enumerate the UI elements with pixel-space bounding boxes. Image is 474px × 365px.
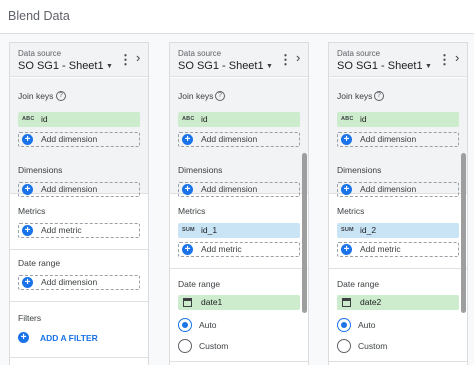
add-date-dimension-button[interactable]: + Add dimension	[18, 275, 140, 290]
data-source-panel-2: Data source SO SG1 - Sheet1 ▼ ⋮ › Join k…	[169, 42, 309, 365]
divider	[329, 268, 467, 269]
add-dimension-button[interactable]: + Add dimension	[178, 182, 300, 197]
add-join-dimension-button[interactable]: + Add dimension	[18, 132, 140, 147]
add-icon: +	[341, 244, 352, 255]
caret-down-icon[interactable]: ▼	[425, 63, 432, 70]
join-key-field: id	[360, 114, 367, 124]
custom-radio[interactable]: Custom	[178, 339, 248, 353]
metric-chip[interactable]: SUM id_1	[178, 223, 300, 238]
add-icon: +	[22, 134, 33, 145]
divider	[10, 301, 148, 302]
data-source-name[interactable]: SO SG1 - Sheet1	[178, 60, 264, 72]
data-source-label: Data source	[337, 49, 381, 58]
calendar-icon	[342, 298, 351, 307]
metric-field: id_2	[360, 225, 377, 235]
join-key-field: id	[41, 114, 48, 124]
metrics-label: Metrics	[178, 206, 206, 216]
caret-down-icon[interactable]: ▼	[106, 63, 113, 70]
divider	[170, 361, 308, 362]
join-keys-label: Join keys	[337, 91, 373, 101]
join-key-chip[interactable]: ABC id	[18, 112, 140, 127]
data-source-label: Data source	[18, 49, 62, 58]
data-source-label: Data source	[178, 49, 222, 58]
add-dimension-button[interactable]: + Add dimension	[18, 182, 140, 197]
add-icon: +	[182, 244, 193, 255]
add-join-dimension-button[interactable]: + Add dimension	[337, 132, 459, 147]
caret-down-icon[interactable]: ▼	[266, 63, 273, 70]
chevron-right-icon[interactable]: ›	[136, 50, 140, 65]
metric-field: id_1	[201, 225, 218, 235]
chevron-right-icon[interactable]: ›	[296, 50, 300, 65]
add-icon: +	[182, 184, 193, 195]
add-filter-button[interactable]: + ADD A FILTER	[18, 331, 118, 345]
more-options-icon[interactable]: ⋮	[438, 51, 451, 69]
scrollbar[interactable]	[302, 153, 307, 313]
text-type-icon: ABC	[341, 116, 354, 122]
join-key-field: id	[201, 114, 208, 124]
data-source-panel-3: Data source SO SG1 - Sheet1 ▼ ⋮ › Join k…	[328, 42, 468, 365]
sum-type-icon: SUM	[341, 227, 354, 233]
add-join-dimension-button[interactable]: + Add dimension	[178, 132, 300, 147]
add-icon: +	[22, 277, 33, 288]
metrics-label: Metrics	[337, 206, 365, 216]
more-options-icon[interactable]: ⋮	[119, 51, 132, 69]
add-icon: +	[341, 134, 352, 145]
calendar-icon	[183, 298, 192, 307]
panel-header: Data source SO SG1 - Sheet1 ▼ ⋮ ›	[329, 43, 467, 77]
dimensions-label: Dimensions	[178, 165, 223, 175]
filters-label: Filters	[18, 313, 42, 323]
join-keys-label: Join keys	[178, 91, 214, 101]
more-options-icon[interactable]: ⋮	[279, 51, 292, 69]
date-field-chip[interactable]: date1	[178, 295, 300, 310]
join-key-chip[interactable]: ABC id	[178, 112, 300, 127]
add-metric-button[interactable]: + Add metric	[178, 242, 300, 257]
text-type-icon: ABC	[182, 116, 195, 122]
add-icon: +	[182, 134, 193, 145]
panel-header: Data source SO SG1 - Sheet1 ▼ ⋮ ›	[10, 43, 148, 77]
dimensions-label: Dimensions	[337, 165, 382, 175]
auto-radio[interactable]: Auto	[337, 318, 397, 332]
dimensions-label: Dimensions	[18, 165, 63, 175]
metrics-label: Metrics	[18, 206, 46, 216]
divider	[329, 361, 467, 362]
help-icon[interactable]: ?	[215, 91, 225, 101]
date-range-label: Date range	[18, 258, 61, 268]
add-dimension-button[interactable]: + Add dimension	[337, 182, 459, 197]
join-key-chip[interactable]: ABC id	[337, 112, 459, 127]
page-title: Blend Data	[8, 9, 70, 23]
radio-unchecked-icon	[178, 339, 192, 353]
auto-radio[interactable]: Auto	[178, 318, 238, 332]
custom-radio[interactable]: Custom	[337, 339, 407, 353]
scrollbar[interactable]	[461, 153, 466, 313]
add-metric-button[interactable]: + Add metric	[18, 223, 140, 238]
top-bar: Blend Data	[0, 0, 474, 34]
date-field: date2	[360, 297, 382, 307]
divider	[10, 357, 148, 358]
date-field-chip[interactable]: date2	[337, 295, 459, 310]
divider	[170, 268, 308, 269]
date-range-label: Date range	[178, 279, 221, 289]
data-source-name[interactable]: SO SG1 - Sheet1	[337, 60, 423, 72]
radio-checked-icon	[337, 318, 351, 332]
add-icon: +	[22, 225, 33, 236]
data-source-name[interactable]: SO SG1 - Sheet1	[18, 60, 104, 72]
radio-checked-icon	[178, 318, 192, 332]
date-range-label: Date range	[337, 279, 380, 289]
text-type-icon: ABC	[22, 116, 35, 122]
radio-unchecked-icon	[337, 339, 351, 353]
join-keys-label: Join keys	[18, 91, 54, 101]
date-field: date1	[201, 297, 223, 307]
divider	[10, 249, 148, 250]
add-icon: +	[18, 332, 29, 343]
add-icon: +	[22, 184, 33, 195]
add-icon: +	[341, 184, 352, 195]
add-metric-button[interactable]: + Add metric	[337, 242, 459, 257]
sum-type-icon: SUM	[182, 227, 195, 233]
panel-header: Data source SO SG1 - Sheet1 ▼ ⋮ ›	[170, 43, 308, 77]
help-icon[interactable]: ?	[56, 91, 66, 101]
chevron-right-icon[interactable]: ›	[455, 50, 459, 65]
metric-chip[interactable]: SUM id_2	[337, 223, 459, 238]
help-icon[interactable]: ?	[374, 91, 384, 101]
data-source-panel-1: Data source SO SG1 - Sheet1 ▼ ⋮ › Join k…	[9, 42, 149, 365]
